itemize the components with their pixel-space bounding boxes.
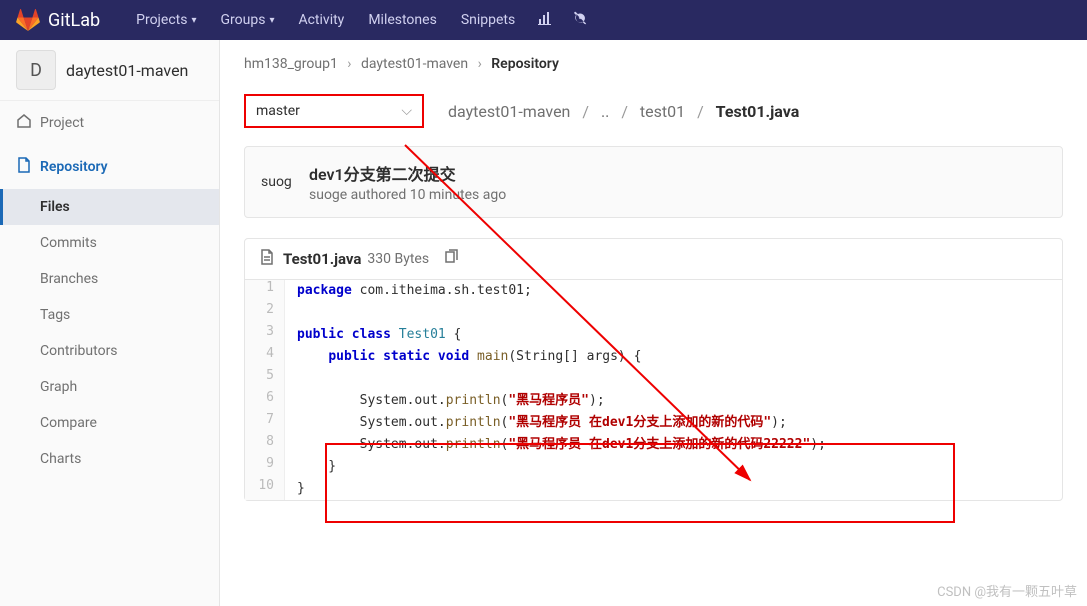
nav-projects[interactable]: Projects▾: [124, 0, 208, 40]
chevron-down-icon: ▾: [191, 15, 196, 26]
commit-title[interactable]: dev1分支第二次提交: [309, 161, 506, 185]
breadcrumb-page: Repository: [491, 56, 559, 72]
sidebar-item-repository[interactable]: Repository: [0, 145, 219, 189]
sidebar-tags[interactable]: Tags: [0, 297, 219, 333]
nav-activity[interactable]: Activity: [286, 0, 356, 40]
path-root[interactable]: daytest01-maven: [448, 102, 570, 121]
file-name: Test01.java: [283, 250, 361, 268]
document-icon: [259, 249, 275, 269]
main-content: hm138_group1 › daytest01-maven › Reposit…: [220, 40, 1087, 606]
wrench-icon[interactable]: [563, 10, 599, 30]
breadcrumb: hm138_group1 › daytest01-maven › Reposit…: [244, 56, 1063, 72]
file-icon: [16, 157, 32, 177]
sidebar-graph[interactable]: Graph: [0, 369, 219, 405]
commit-meta: suoge authored 10 minutes ago: [309, 187, 506, 203]
chevron-down-icon: ⌵: [401, 103, 412, 119]
gitlab-icon: [16, 8, 40, 32]
home-icon: [16, 113, 32, 133]
commit-author-avatar: suog: [261, 174, 297, 190]
sidebar-charts[interactable]: Charts: [0, 441, 219, 477]
sidebar-contributors[interactable]: Contributors: [0, 333, 219, 369]
last-commit-panel: suog dev1分支第二次提交 suoge authored 10 minut…: [244, 146, 1063, 218]
watermark: CSDN @我有一颗五叶草: [937, 581, 1077, 600]
gitlab-logo[interactable]: GitLab: [16, 8, 100, 32]
top-nav: GitLab Projects▾ Groups▾ Activity Milest…: [0, 0, 1087, 40]
sidebar-commits[interactable]: Commits: [0, 225, 219, 261]
project-header[interactable]: D daytest01-maven: [0, 40, 219, 101]
sidebar-compare[interactable]: Compare: [0, 405, 219, 441]
code-block: 1package com.itheima.sh.test01; 2 3publi…: [245, 280, 1062, 500]
nav-snippets[interactable]: Snippets: [449, 0, 527, 40]
file-size: 330 Bytes: [367, 251, 429, 267]
nav-milestones[interactable]: Milestones: [356, 0, 449, 40]
chevron-down-icon: ▾: [269, 15, 274, 26]
copy-button[interactable]: [443, 249, 459, 269]
file-path: daytest01-maven / .. / test01 / Test01.j…: [448, 102, 799, 121]
path-dots[interactable]: ..: [601, 102, 609, 121]
sidebar-branches[interactable]: Branches: [0, 261, 219, 297]
breadcrumb-group[interactable]: hm138_group1: [244, 56, 338, 72]
file-panel: Test01.java 330 Bytes 1package com.ithei…: [244, 238, 1063, 501]
project-name: daytest01-maven: [66, 61, 188, 80]
chart-icon[interactable]: [527, 10, 563, 30]
sidebar: D daytest01-maven Project Repository Fil…: [0, 40, 220, 606]
nav-groups[interactable]: Groups▾: [209, 0, 287, 40]
breadcrumb-project[interactable]: daytest01-maven: [361, 56, 468, 72]
project-avatar: D: [16, 50, 56, 90]
sidebar-item-project[interactable]: Project: [0, 101, 219, 145]
file-header: Test01.java 330 Bytes: [245, 239, 1062, 280]
branch-name: master: [256, 103, 300, 119]
branch-selector[interactable]: master ⌵: [244, 94, 424, 128]
path-dir[interactable]: test01: [640, 102, 685, 121]
path-file: Test01.java: [716, 102, 800, 121]
brand-text: GitLab: [48, 10, 100, 31]
sidebar-files[interactable]: Files: [0, 189, 219, 225]
